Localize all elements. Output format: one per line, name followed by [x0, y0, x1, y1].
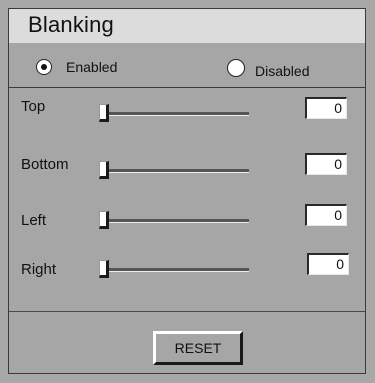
value-field-right[interactable]: 0: [307, 253, 349, 275]
mode-radio-group: Enabled Disabled: [9, 43, 365, 88]
title-bar: Blanking: [9, 9, 365, 43]
slider-label-right: Right: [21, 261, 57, 278]
slider-thumb-top[interactable]: [99, 104, 109, 122]
footer-divider: [9, 311, 365, 312]
disabled-label[interactable]: Disabled: [255, 63, 309, 79]
slider-thumb-bottom[interactable]: [99, 161, 109, 179]
blanking-panel: Blanking Enabled Disabled Top 0 Bottom 0…: [8, 8, 366, 374]
slider-track-left[interactable]: [99, 219, 249, 223]
value-field-bottom[interactable]: 0: [305, 153, 347, 175]
panel-title: Blanking: [28, 12, 114, 37]
reset-button[interactable]: RESET: [153, 331, 243, 365]
slider-thumb-left[interactable]: [99, 211, 109, 229]
slider-label-left: Left: [21, 212, 47, 229]
enabled-label[interactable]: Enabled: [66, 59, 117, 75]
enabled-radio[interactable]: [36, 59, 52, 75]
disabled-radio[interactable]: [227, 59, 245, 77]
slider-label-bottom: Bottom: [21, 156, 69, 173]
value-field-left[interactable]: 0: [305, 204, 347, 226]
slider-track-bottom[interactable]: [99, 169, 249, 173]
slider-track-right[interactable]: [99, 268, 249, 272]
radio-selected-dot: [41, 64, 47, 70]
slider-label-top: Top: [21, 98, 46, 115]
slider-track-top[interactable]: [99, 112, 249, 116]
slider-thumb-right[interactable]: [99, 260, 109, 278]
value-field-top[interactable]: 0: [305, 97, 347, 119]
